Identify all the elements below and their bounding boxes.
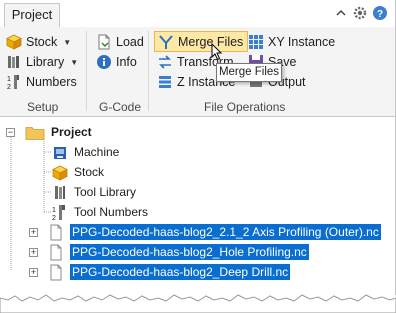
svg-text:2: 2 [7, 84, 11, 90]
svg-text:1: 1 [52, 207, 56, 214]
tree-item-label: Stock [74, 165, 105, 179]
expand-node-icon[interactable]: + [29, 267, 38, 277]
z-instance-icon [159, 76, 171, 88]
collapse-ribbon-icon[interactable] [333, 5, 349, 21]
tree-item-tool-library[interactable]: Tool Library [52, 182, 136, 202]
svg-text:1: 1 [7, 76, 11, 83]
library-button[interactable]: Library ▼ [6, 52, 78, 72]
merge-files-tooltip: Merge Files [216, 63, 282, 82]
tree-root-row[interactable]: − Project [6, 122, 92, 142]
info-icon [97, 55, 111, 69]
group-separator [148, 31, 149, 111]
stock-cube-icon [52, 165, 68, 181]
group-label-gcode: G-Code [99, 100, 142, 114]
tree-file-label: PPG-Decoded-haas-blog2_Hole Profiling.nc [70, 244, 309, 260]
load-button-label: Load [116, 35, 144, 49]
stock-button[interactable]: Stock ▼ [6, 32, 71, 52]
tree-item-machine[interactable]: Machine [52, 142, 119, 162]
tree-item-label: Machine [74, 145, 120, 159]
mouse-cursor-icon [211, 43, 223, 61]
tree-root-label: Project [51, 125, 92, 139]
library-button-label: Library [26, 55, 65, 69]
chevron-down-icon: ▼ [63, 37, 72, 47]
help-icon[interactable]: ? [372, 5, 388, 21]
nc-file-icon [50, 244, 62, 260]
ribbon-tab-strip: Project ? [0, 0, 396, 28]
tree-item-label: Tool Numbers [74, 205, 149, 219]
project-tree: − Project Machine Stock Tool Library 1 2… [0, 117, 396, 313]
info-button[interactable]: Info [96, 52, 137, 72]
tree-file-row[interactable]: + PPG-Decoded-haas-blog2_Deep Drill.nc [29, 262, 291, 282]
load-document-icon [98, 34, 110, 50]
numbers-button[interactable]: 1 2 Numbers [6, 72, 77, 92]
tree-file-row[interactable]: + PPG-Decoded-haas-blog2_2.1_2 Axis Prof… [29, 222, 381, 242]
tree-file-label: PPG-Decoded-haas-blog2_2.1_2 Axis Profil… [70, 224, 381, 240]
merge-files-button[interactable]: Merge Files [154, 31, 249, 52]
ribbon: Stock ▼ Library ▼ 1 2 Numbers Setup Load [0, 27, 396, 117]
tree-item-tool-numbers[interactable]: 1 2 Tool Numbers [52, 202, 148, 222]
xy-instance-button-label: XY Instance [268, 35, 336, 49]
group-label-setup: Setup [27, 100, 59, 114]
svg-text:?: ? [377, 9, 383, 20]
info-button-label: Info [116, 55, 137, 69]
tree-item-stock[interactable]: Stock [52, 162, 104, 182]
xy-instance-button[interactable]: XY Instance [248, 32, 335, 52]
tool-numbers-icon: 1 2 [52, 204, 65, 221]
expand-node-icon[interactable]: + [29, 227, 38, 237]
transform-icon [159, 55, 171, 69]
nc-file-icon [50, 264, 62, 280]
machine-icon [54, 146, 66, 159]
collapse-node-icon[interactable]: − [6, 127, 15, 137]
stock-cube-icon [6, 34, 22, 50]
tool-library-icon [8, 56, 19, 68]
numbers-button-label: Numbers [26, 75, 77, 89]
group-separator [86, 31, 87, 111]
merge-files-icon [159, 34, 173, 49]
group-label-file-operations: File Operations [204, 100, 286, 114]
svg-text:2: 2 [52, 215, 56, 221]
tree-file-label: PPG-Decoded-haas-blog2_Deep Drill.nc [70, 264, 291, 280]
xy-instance-grid-icon [249, 35, 263, 49]
chevron-down-icon: ▼ [70, 57, 79, 67]
stock-button-label: Stock [26, 35, 58, 49]
tool-numbers-icon: 1 2 [7, 75, 19, 90]
expand-node-icon[interactable]: + [29, 247, 38, 257]
tree-file-row[interactable]: + PPG-Decoded-haas-blog2_Hole Profiling.… [29, 242, 309, 262]
gear-icon[interactable] [352, 5, 368, 21]
load-button[interactable]: Load [96, 32, 144, 52]
folder-icon [25, 126, 45, 140]
nc-file-icon [50, 224, 62, 240]
tool-library-icon [55, 185, 65, 199]
torn-edge-decoration [0, 294, 396, 313]
tab-project[interactable]: Project [4, 3, 60, 27]
tree-item-label: Tool Library [74, 185, 137, 199]
